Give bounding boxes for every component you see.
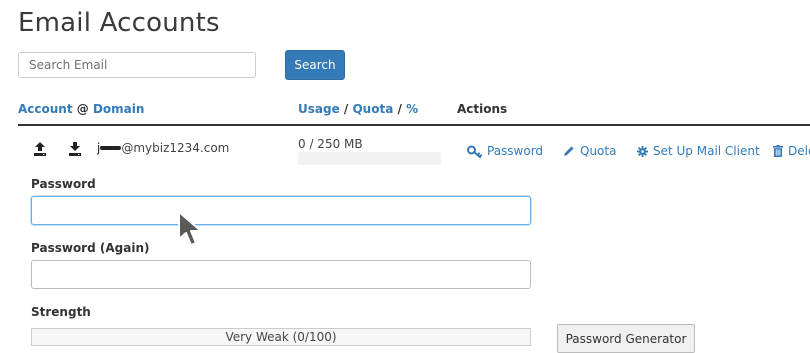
password-again-field[interactable]	[31, 260, 531, 289]
password-generator-button[interactable]: Password Generator	[557, 324, 695, 353]
trash-icon	[773, 145, 783, 157]
search-button[interactable]: Search	[285, 50, 345, 80]
password-strength-meter: Very Weak (0/100)	[31, 328, 531, 346]
quota-action-label: Quota	[580, 144, 617, 158]
usage-text: 0 / 250 MB	[298, 137, 363, 151]
pencil-icon	[563, 145, 575, 157]
column-header-actions: Actions	[457, 102, 508, 116]
header-divider	[18, 124, 810, 126]
password-again-label: Password (Again)	[31, 241, 150, 255]
password-action-label: Password	[487, 144, 544, 158]
sort-domain-link[interactable]: Domain	[93, 102, 144, 116]
sort-quota-link[interactable]: Quota	[352, 102, 393, 116]
setup-mail-client-label: Set Up Mail Client	[653, 144, 760, 158]
header-separator: /	[397, 102, 402, 116]
password-label: Password	[31, 177, 96, 191]
delete-action-label: Dele	[788, 144, 810, 158]
upload-icon[interactable]	[33, 141, 47, 157]
setup-mail-client-link[interactable]: Set Up Mail Client	[637, 144, 760, 158]
quota-action-link[interactable]: Quota	[563, 144, 616, 158]
mouse-cursor-icon	[176, 210, 206, 252]
sort-percent-link[interactable]: %	[406, 102, 418, 116]
page-title: Email Accounts	[18, 8, 220, 38]
password-action-link[interactable]: Password	[467, 144, 543, 158]
column-header-usage: Usage / Quota / %	[298, 102, 418, 116]
column-header-account-domain: Account @ Domain	[18, 102, 144, 116]
email-domain: @mybiz1234.com	[121, 141, 230, 155]
usage-progress-bar	[298, 152, 441, 165]
strength-label: Strength	[31, 305, 91, 319]
header-separator: /	[343, 102, 349, 116]
at-sign: @	[76, 102, 89, 116]
search-input[interactable]	[18, 52, 256, 78]
key-icon	[467, 145, 482, 158]
sort-account-link[interactable]: Account	[18, 102, 73, 116]
password-field[interactable]	[31, 196, 531, 225]
delete-action-link[interactable]: Dele	[773, 144, 810, 158]
gear-icon	[637, 145, 648, 157]
sort-usage-link[interactable]: Usage	[298, 102, 340, 116]
download-icon[interactable]	[68, 141, 82, 157]
email-address: j @mybiz1234.com	[97, 141, 229, 155]
redaction-mark	[100, 145, 122, 150]
